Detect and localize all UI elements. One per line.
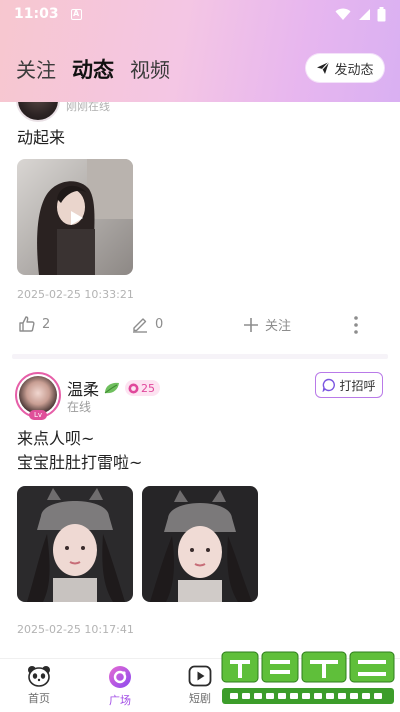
nav-label-square: 广场 bbox=[109, 694, 131, 707]
plus-icon bbox=[244, 317, 258, 332]
avatar[interactable] bbox=[16, 102, 60, 122]
nav-label-short-drama: 短剧 bbox=[189, 692, 211, 705]
leaf-icon bbox=[104, 382, 120, 394]
like-count: 2 bbox=[42, 316, 51, 332]
level-badge: Lv bbox=[29, 410, 47, 420]
level-pill: 25 bbox=[125, 380, 161, 396]
battery-icon bbox=[377, 6, 386, 21]
post-timestamp: 2025-02-25 10:33:21 bbox=[17, 288, 134, 301]
post-actions: 2 0 关注 bbox=[0, 315, 400, 339]
tab-videos[interactable]: 视频 bbox=[130, 54, 170, 83]
tab-moments[interactable]: 动态 bbox=[72, 54, 114, 84]
notification-icon: A bbox=[70, 8, 82, 20]
header: 11:03 A 关注 动态 视频 发动态 bbox=[0, 0, 400, 102]
nav-label-home: 首页 bbox=[28, 692, 50, 705]
signal-icon bbox=[359, 8, 370, 20]
username[interactable]: 温柔 bbox=[67, 376, 99, 400]
follow-label: 关注 bbox=[265, 319, 292, 334]
online-status: 在线 bbox=[67, 400, 92, 414]
comment-count: 0 bbox=[155, 316, 164, 332]
level-value: 25 bbox=[141, 381, 156, 395]
post-divider bbox=[12, 354, 388, 359]
comment-button[interactable]: 0 bbox=[131, 315, 163, 333]
post-moment-label: 发动态 bbox=[334, 62, 374, 78]
greet-label: 打招呼 bbox=[339, 378, 376, 393]
like-button[interactable]: 2 bbox=[18, 315, 50, 333]
nav-item-square[interactable]: 广场 bbox=[95, 665, 145, 708]
panda-icon bbox=[28, 666, 50, 687]
avatar-image bbox=[19, 376, 57, 414]
wifi-icon bbox=[335, 8, 351, 20]
online-status: 刚刚在线 bbox=[66, 102, 110, 113]
thumbs-up-icon bbox=[19, 316, 35, 332]
app-screen: 11:03 A 关注 动态 视频 发动态 刚刚在线 动起来 2025-02-25… bbox=[0, 0, 400, 712]
play-icon bbox=[71, 211, 83, 225]
status-time: 11:03 bbox=[14, 6, 59, 22]
send-icon bbox=[317, 61, 330, 74]
photo-image bbox=[142, 486, 258, 602]
status-icons bbox=[335, 6, 386, 22]
post-timestamp: 2025-02-25 10:17:41 bbox=[17, 623, 134, 636]
post-text: 动起来 bbox=[17, 128, 66, 147]
post-moment-button[interactable]: 发动态 bbox=[306, 54, 384, 82]
follow-button[interactable]: 关注 bbox=[243, 315, 291, 334]
nav-item-home[interactable]: 首页 bbox=[14, 665, 64, 706]
edit-icon bbox=[133, 318, 147, 333]
post-image[interactable] bbox=[142, 486, 258, 602]
top-tabs: 关注 动态 视频 bbox=[16, 54, 170, 84]
post-text-line-2: 宝宝肚肚打雷啦~ bbox=[17, 453, 143, 472]
tab-following[interactable]: 关注 bbox=[16, 54, 56, 83]
watermark-logo bbox=[221, 651, 395, 704]
post-image[interactable] bbox=[17, 486, 133, 602]
square-icon bbox=[109, 666, 131, 688]
chat-icon bbox=[323, 378, 336, 392]
chat-bubble-icon bbox=[128, 383, 139, 393]
more-vertical-icon bbox=[354, 316, 358, 334]
photo-image bbox=[17, 486, 133, 602]
greet-button[interactable]: 打招呼 bbox=[315, 372, 383, 398]
video-thumbnail[interactable] bbox=[17, 159, 133, 275]
user-name-row: 温柔 25 bbox=[67, 376, 161, 400]
feed[interactable]: 刚刚在线 动起来 2025-02-25 10:33:21 2 0 关注 Lv 温… bbox=[0, 102, 400, 658]
status-bar: 11:03 A bbox=[0, 0, 400, 28]
more-options-button[interactable] bbox=[352, 315, 360, 335]
play-box-icon bbox=[188, 665, 212, 687]
post-text-line-1: 来点人呗~ bbox=[17, 429, 95, 448]
